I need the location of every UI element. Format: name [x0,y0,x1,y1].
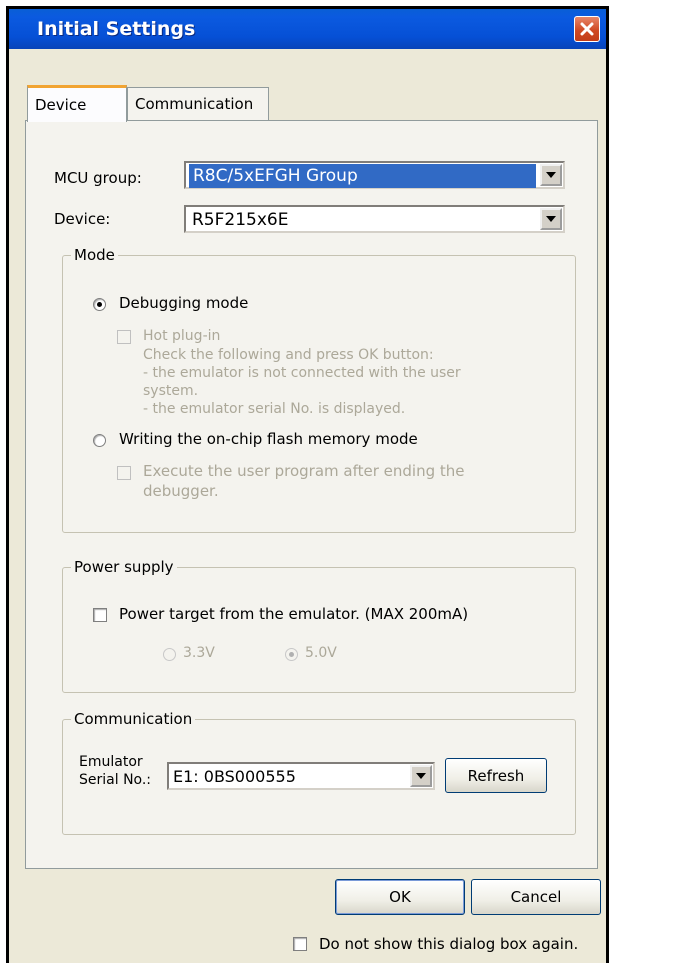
device-select[interactable]: R5F215x6E [184,205,565,233]
tab-communication-label: Communication [135,95,254,113]
device-label: Device: [54,210,111,228]
serial-number-select[interactable]: E1: 0BS000555 [167,762,435,790]
power-target-checkbox[interactable] [93,608,107,622]
serial-number-value: E1: 0BS000555 [173,767,296,786]
power-supply-group-title: Power supply [71,558,177,576]
dont-show-again-checkbox[interactable] [293,937,307,951]
debugging-mode-radio[interactable] [93,298,106,311]
voltage-3v3-label: 3.3V [183,645,215,661]
dont-show-again-label[interactable]: Do not show this dialog box again. [319,935,578,953]
serial-dropdown-button[interactable] [410,765,432,787]
communication-group: Communication Emulator Serial No.: E1: 0… [62,710,576,835]
emulator-serial-label: Emulator [79,754,143,770]
voltage-3v3-radio[interactable] [163,648,176,661]
hot-plugin-note-line: - the emulator serial No. is displayed. [143,401,406,417]
power-target-label[interactable]: Power target from the emulator. (MAX 200… [119,605,468,623]
refresh-button-label: Refresh [467,766,525,785]
close-button[interactable] [574,16,600,42]
power-supply-group: Power supply Power target from the emula… [62,558,576,693]
ok-button[interactable]: OK [335,879,465,915]
mcu-group-select[interactable]: R8C/5xEFGH Group [184,161,565,189]
voltage-5v0-label: 5.0V [305,645,337,661]
dialog-window: Initial Settings Device Communication MC… [6,6,609,963]
mode-group-title: Mode [71,246,118,264]
device-value: R5F215x6E [192,210,289,230]
hot-plugin-note-line: - the emulator is not connected with the… [143,365,461,381]
voltage-5v0-radio[interactable] [285,648,298,661]
execute-program-label-cont: debugger. [143,482,219,500]
cancel-button-label: Cancel [510,888,562,906]
communication-group-title: Communication [71,710,196,728]
mcu-group-value: R8C/5xEFGH Group [189,164,536,188]
device-tab-panel: MCU group: R8C/5xEFGH Group Device: R5F2… [25,120,598,869]
tab-communication[interactable]: Communication [127,87,269,120]
title-bar[interactable]: Initial Settings [9,9,606,49]
cancel-button[interactable]: Cancel [471,879,601,915]
debugging-mode-label[interactable]: Debugging mode [119,294,248,312]
mcu-group-dropdown-button[interactable] [540,164,562,186]
chevron-down-icon [546,172,556,178]
flash-mode-radio[interactable] [93,434,106,447]
hot-plugin-label: Hot plug-in [143,328,221,344]
hot-plugin-note-line: system. [143,383,199,399]
execute-program-checkbox[interactable] [117,466,131,480]
window-title: Initial Settings [37,18,196,40]
chevron-down-icon [416,773,426,779]
chevron-down-icon [546,216,556,222]
mode-group: Mode Debugging mode Hot plug-in Check th… [62,246,576,533]
tab-device[interactable]: Device [27,85,127,122]
hot-plugin-checkbox[interactable] [117,330,131,344]
flash-mode-label[interactable]: Writing the on-chip flash memory mode [119,430,418,448]
hot-plugin-note-line: Check the following and press OK button: [143,347,434,363]
emulator-serial-label-cont: Serial No.: [79,772,152,788]
refresh-button[interactable]: Refresh [445,758,547,793]
ok-button-label: OK [389,888,411,906]
close-icon [580,22,594,36]
mcu-group-label: MCU group: [54,169,142,187]
device-dropdown-button[interactable] [540,208,562,230]
tab-device-label: Device [35,96,87,114]
execute-program-label: Execute the user program after ending th… [143,462,465,480]
